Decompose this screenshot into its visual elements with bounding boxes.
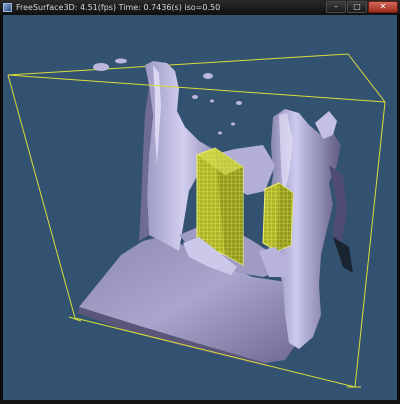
close-button[interactable]: ✕ bbox=[368, 1, 398, 13]
window-bottom-border bbox=[0, 400, 400, 404]
maximize-button[interactable]: □ bbox=[347, 1, 367, 13]
app-window: FreeSurface3D: 4.51(fps) Time: 0.7436(s)… bbox=[0, 0, 400, 404]
minimize-button[interactable]: – bbox=[326, 1, 346, 13]
app-icon bbox=[3, 3, 12, 12]
window-controls: – □ ✕ bbox=[326, 1, 398, 14]
render-viewport[interactable] bbox=[3, 15, 397, 400]
scene-canvas bbox=[7, 53, 386, 388]
window-title: FreeSurface3D: 4.51(fps) Time: 0.7436(s)… bbox=[16, 3, 221, 12]
obstacle-box-small bbox=[262, 182, 294, 252]
title-bar[interactable]: FreeSurface3D: 4.51(fps) Time: 0.7436(s)… bbox=[0, 0, 400, 15]
